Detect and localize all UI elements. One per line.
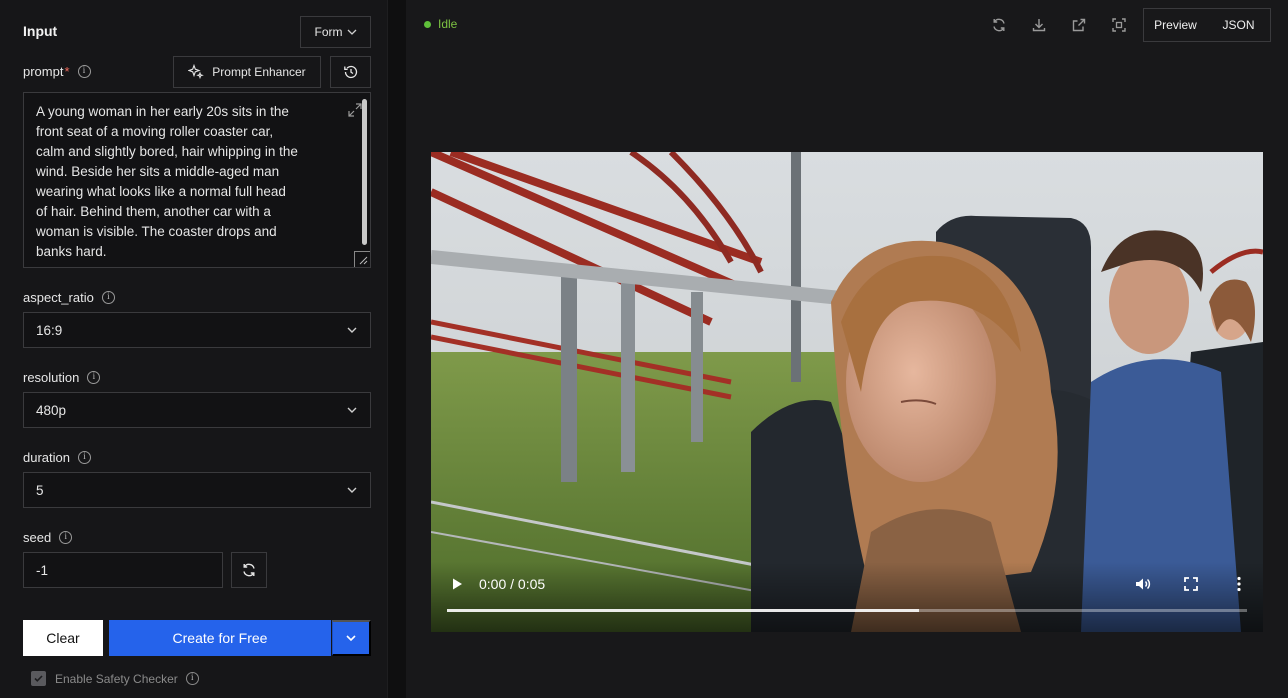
sparkle-icon: [188, 64, 205, 80]
volume-button[interactable]: [1133, 574, 1153, 594]
video-controls: 0:00 / 0:05: [431, 562, 1263, 632]
prompt-label: prompt *: [23, 64, 91, 79]
total-duration: 0:05: [517, 576, 546, 592]
panel-title: Input: [23, 23, 58, 39]
aspect-ratio-label: aspect_ratio: [23, 290, 115, 305]
progress-fill: [447, 609, 919, 612]
prompt-enhancer-button[interactable]: Prompt Enhancer: [173, 56, 321, 88]
video-player[interactable]: 0:00 / 0:05: [431, 152, 1263, 632]
progress-bar[interactable]: [447, 609, 1247, 612]
screenshot-button[interactable]: [1108, 14, 1130, 36]
resolution-label: resolution: [23, 370, 101, 385]
play-button[interactable]: [447, 574, 467, 594]
seed-label: seed: [23, 530, 73, 545]
chevron-down-icon: [347, 327, 357, 333]
output-panel: Idle Preview JSON 0:00 / 0:05: [406, 0, 1288, 698]
resolution-label-text: resolution: [23, 370, 80, 385]
download-icon: [1032, 19, 1046, 32]
prompt-textarea[interactable]: A young woman in her early 20s sits in t…: [23, 92, 371, 268]
info-icon[interactable]: [77, 65, 91, 78]
history-button[interactable]: [330, 56, 371, 88]
info-icon[interactable]: [59, 531, 73, 544]
info-icon[interactable]: [87, 371, 101, 384]
expand-icon[interactable]: [348, 103, 362, 117]
screenshot-icon: [1112, 18, 1126, 32]
status-text: Idle: [438, 17, 458, 31]
fullscreen-button[interactable]: [1181, 574, 1201, 594]
history-icon: [343, 65, 357, 79]
status-dot: [424, 20, 431, 28]
chevron-down-icon: [346, 635, 356, 642]
resolution-select[interactable]: 480p: [23, 392, 371, 428]
json-tab[interactable]: JSON: [1207, 18, 1270, 32]
time-separator: /: [510, 576, 515, 592]
open-external-button[interactable]: [1068, 14, 1090, 36]
play-icon: [453, 578, 462, 590]
external-link-icon: [1072, 18, 1086, 32]
refresh-icon: [243, 563, 255, 577]
info-icon[interactable]: [101, 291, 115, 304]
current-time: 0:00: [479, 576, 507, 592]
required-mark: *: [64, 64, 70, 79]
randomize-seed-button[interactable]: [231, 552, 267, 588]
refresh-icon: [993, 18, 1005, 32]
input-panel: Input Form prompt* Prompt Enhancer A you…: [0, 0, 388, 698]
seed-label-text: seed: [23, 530, 52, 545]
create-button[interactable]: Create for Free: [109, 620, 331, 656]
form-mode-button[interactable]: Form: [300, 16, 371, 48]
time-display: 0:00 / 0:05: [479, 576, 545, 592]
download-button[interactable]: [1028, 14, 1050, 36]
info-icon[interactable]: [185, 672, 199, 685]
chevron-down-icon: [347, 29, 356, 35]
prompt-text[interactable]: A young woman in her early 20s sits in t…: [36, 102, 326, 262]
safety-checker-label: Enable Safety Checker: [55, 671, 178, 686]
app-root: Input Form prompt* Prompt Enhancer A you…: [0, 0, 1288, 698]
form-mode-label: Form: [314, 25, 343, 39]
status-indicator: Idle: [424, 17, 457, 31]
clear-button[interactable]: Clear: [23, 620, 103, 656]
seed-input[interactable]: -1: [23, 552, 223, 588]
safety-checker-toggle[interactable]: Enable Safety Checker: [31, 671, 199, 686]
resize-handle[interactable]: [354, 251, 370, 267]
resize-grip-icon: [359, 256, 368, 265]
prompt-enhancer-label: Prompt Enhancer: [212, 65, 306, 79]
view-toggle: Preview JSON: [1143, 8, 1271, 42]
duration-label-text: duration: [23, 450, 70, 465]
resolution-value: 480p: [36, 402, 67, 418]
fullscreen-icon: [1184, 577, 1198, 591]
video-frame: [431, 152, 1263, 632]
duration-value: 5: [36, 482, 44, 498]
info-icon[interactable]: [77, 451, 91, 464]
aspect-ratio-label-text: aspect_ratio: [23, 290, 94, 305]
more-vertical-icon: [1237, 576, 1241, 592]
chevron-down-icon: [347, 487, 357, 493]
refresh-button[interactable]: [988, 14, 1010, 36]
aspect-ratio-select[interactable]: 16:9: [23, 312, 371, 348]
aspect-ratio-value: 16:9: [36, 322, 63, 338]
scrollbar[interactable]: [362, 99, 367, 245]
preview-tab[interactable]: Preview: [1144, 18, 1207, 32]
create-options-button[interactable]: [332, 620, 371, 656]
seed-value: -1: [36, 562, 49, 578]
prompt-label-text: prompt: [23, 64, 64, 79]
volume-icon: [1136, 578, 1151, 590]
safety-checkbox[interactable]: [31, 671, 46, 686]
check-icon: [34, 675, 43, 682]
duration-select[interactable]: 5: [23, 472, 371, 508]
chevron-down-icon: [347, 407, 357, 413]
more-options-button[interactable]: [1229, 574, 1249, 594]
duration-label: duration: [23, 450, 91, 465]
